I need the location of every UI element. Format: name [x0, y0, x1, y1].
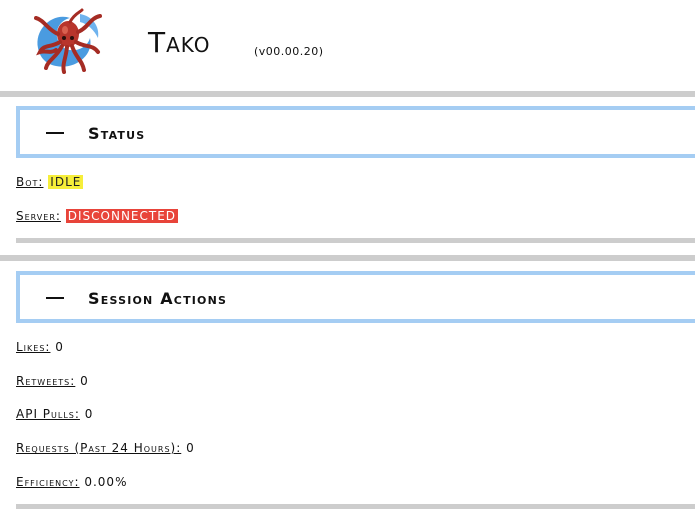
api-pulls-value: 0	[84, 407, 94, 421]
session-actions-section-header[interactable]: Session Actions	[16, 271, 695, 323]
status-section-header[interactable]: Status	[16, 106, 695, 158]
session-actions-section-title: Session Actions	[88, 289, 228, 308]
app-version: (v00.00.20)	[254, 45, 324, 58]
bot-status-row: Bot: IDLE	[16, 174, 84, 190]
session-actions-section-footer	[16, 504, 695, 509]
status-section-title: Status	[88, 124, 146, 143]
bot-status-label[interactable]: Bot:	[16, 175, 43, 189]
retweets-label[interactable]: Retweets:	[16, 374, 75, 388]
server-status-badge: DISCONNECTED	[65, 209, 179, 223]
bot-status-badge: IDLE	[48, 175, 84, 189]
app-header: Tako (v00.00.20)	[0, 0, 695, 90]
collapse-icon[interactable]	[46, 132, 64, 134]
efficiency-row: Efficiency: 0.00%	[16, 474, 127, 490]
efficiency-label[interactable]: Efficiency:	[16, 475, 80, 489]
requests-row: Requests (Past 24 Hours): 0	[16, 440, 195, 456]
status-section-footer	[16, 238, 695, 243]
octopus-logo-icon	[34, 8, 102, 74]
section-divider	[0, 255, 695, 261]
app-title: Tako	[148, 26, 211, 59]
requests-label[interactable]: Requests (Past 24 Hours):	[16, 441, 181, 455]
likes-row: Likes: 0	[16, 339, 64, 355]
server-status-label[interactable]: Server:	[16, 209, 61, 223]
efficiency-value: 0.00%	[84, 475, 128, 489]
server-status-row: Server: DISCONNECTED	[16, 208, 179, 224]
likes-value: 0	[55, 340, 64, 354]
requests-value: 0	[186, 441, 195, 455]
header-divider	[0, 91, 695, 97]
api-pulls-row: API Pulls: 0	[16, 406, 93, 422]
collapse-icon[interactable]	[46, 297, 64, 299]
likes-label[interactable]: Likes:	[16, 340, 50, 354]
retweets-value: 0	[80, 374, 89, 388]
api-pulls-label[interactable]: API Pulls:	[16, 407, 80, 421]
retweets-row: Retweets: 0	[16, 373, 89, 389]
